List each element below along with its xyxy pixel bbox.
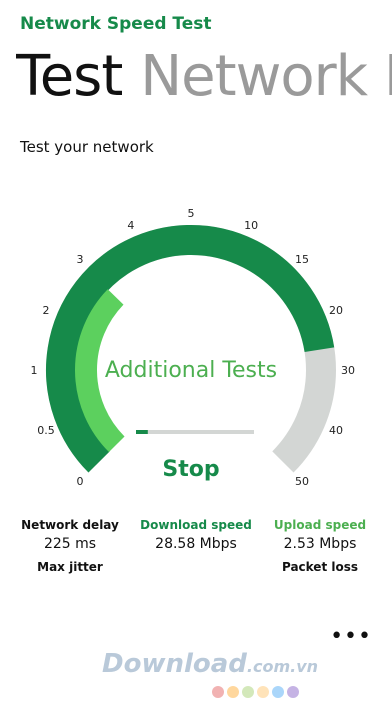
download-speed-stat: Download speed 28.58 Mbps: [131, 518, 261, 552]
watermark-text: Download: [102, 649, 247, 679]
network-delay-stat: Network delay 225 ms Max jitter: [5, 518, 135, 574]
dot-icon: [242, 686, 254, 698]
pivot-item-network-history[interactable]: Network H: [140, 44, 392, 109]
dot-icon: [227, 686, 239, 698]
tick-label: 2: [43, 304, 50, 317]
upload-speed-label: Upload speed: [273, 518, 367, 532]
network-delay-label: Network delay: [21, 518, 119, 532]
max-jitter-label: Max jitter: [37, 560, 103, 574]
more-options-button[interactable]: •••: [330, 626, 372, 648]
stats-panel: Network delay 225 ms Max jitter Download…: [0, 518, 392, 588]
progress-track: [136, 430, 254, 434]
download-speed-value: 28.58 Mbps: [155, 536, 237, 552]
tick-label: 5: [188, 207, 195, 220]
upload-speed-value: 2.53 Mbps: [283, 536, 357, 552]
upload-speed-stat: Upload speed 2.53 Mbps Packet loss: [255, 518, 385, 574]
tick-label: 4: [127, 219, 134, 232]
pivot-header: Test Network H: [16, 42, 392, 112]
watermark-dots: [212, 683, 302, 702]
app-title: Network Speed Test: [20, 14, 212, 34]
tick-label: 40: [329, 424, 343, 437]
tick-label: 0: [77, 475, 84, 488]
section-title: Test your network: [20, 138, 154, 156]
footer-watermark: Download.com.vn: [0, 649, 392, 699]
additional-tests-label[interactable]: Additional Tests: [105, 358, 277, 383]
tick-label: 15: [295, 253, 309, 266]
tick-label: 50: [295, 475, 309, 488]
dot-icon: [212, 686, 224, 698]
tick-label: 1: [31, 364, 38, 377]
dot-icon: [257, 686, 269, 698]
watermark-logo: Download.com.vn: [102, 649, 318, 679]
download-speed-label: Download speed: [140, 518, 252, 532]
network-delay-value: 225 ms: [43, 536, 97, 552]
progress-fill: [136, 430, 148, 434]
pivot-item-test[interactable]: Test: [16, 44, 123, 109]
dot-icon: [287, 686, 299, 698]
packet-loss-label: Packet loss: [281, 560, 359, 574]
stop-button[interactable]: Stop: [162, 457, 219, 482]
speed-gauge: 0 0.5 1 2 3 4 5 10 15 20 30 40 50 Additi…: [31, 207, 356, 488]
tick-label: 30: [341, 364, 355, 377]
tick-label: 10: [244, 219, 258, 232]
tick-label: 0.5: [37, 424, 55, 437]
dot-icon: [272, 686, 284, 698]
tick-label: 20: [329, 304, 343, 317]
watermark-domain: .com.vn: [246, 657, 319, 676]
tick-label: 3: [77, 253, 84, 266]
